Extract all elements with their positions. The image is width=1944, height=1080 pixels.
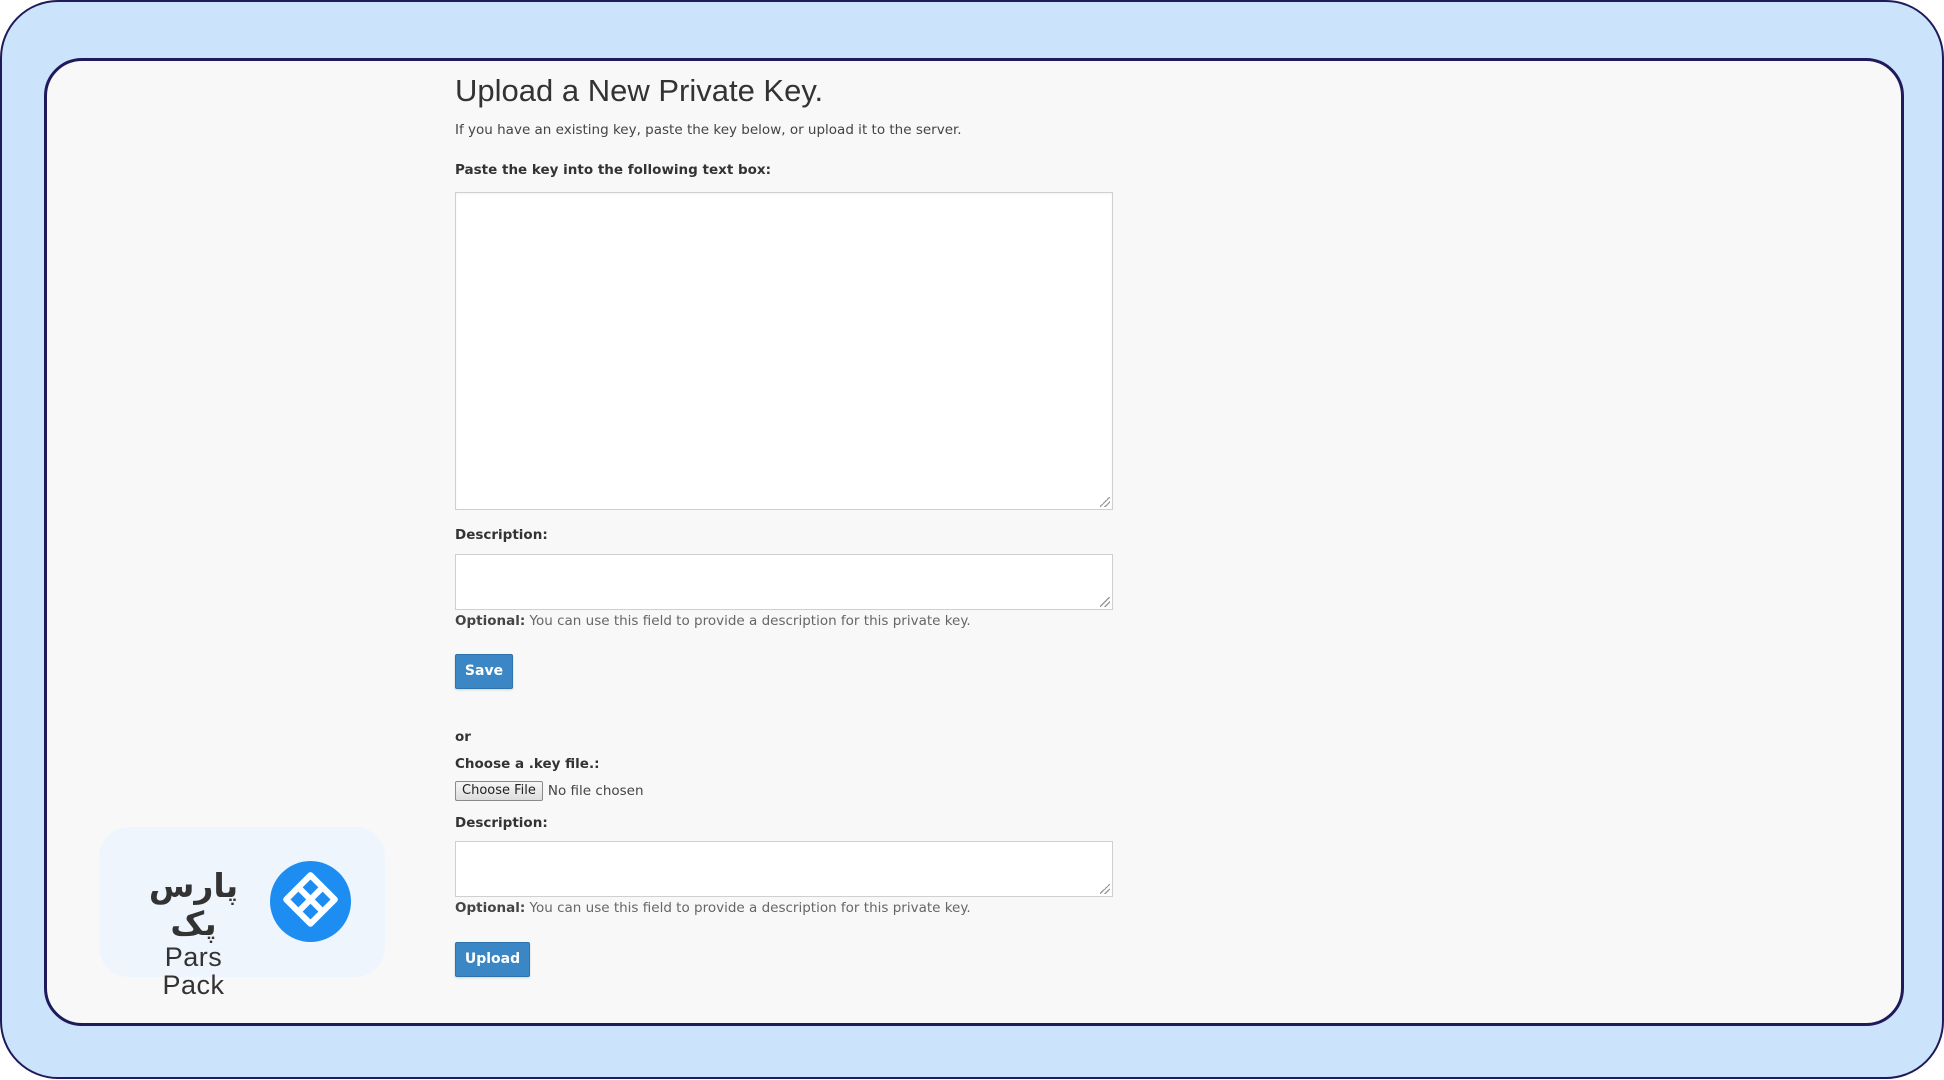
brand-name-en: Pars Pack <box>162 942 225 1000</box>
save-button[interactable]: Save <box>455 654 513 689</box>
help-text: You can use this field to provide a desc… <box>525 613 971 629</box>
page-title: Upload a New Private Key. <box>455 73 824 108</box>
file-status: No file chosen <box>547 783 644 799</box>
resize-grip-icon[interactable] <box>1100 597 1110 607</box>
private-key-textarea[interactable] <box>455 192 1113 510</box>
resize-grip-icon[interactable] <box>1100 497 1110 507</box>
paste-description-help: Optional: You can use this field to prov… <box>455 613 971 629</box>
choose-file-button[interactable]: Choose File <box>455 781 543 801</box>
key-file-label: Choose a .key file.: <box>455 756 600 772</box>
upload-description-label: Description: <box>455 815 548 831</box>
upload-description-field[interactable] <box>455 841 1113 897</box>
brand-watermark: پارس پک Pars Pack <box>99 827 385 999</box>
optional-label: Optional: <box>455 900 526 916</box>
diamond-logo-icon <box>270 861 351 942</box>
resize-grip-icon[interactable] <box>1100 884 1110 894</box>
upload-button[interactable]: Upload <box>455 942 530 977</box>
paste-description-field[interactable] <box>455 554 1113 610</box>
upload-description-help: Optional: You can use this field to prov… <box>455 900 971 916</box>
page-subtitle: If you have an existing key, paste the k… <box>455 122 962 138</box>
help-text: You can use this field to provide a desc… <box>525 900 971 916</box>
brand-wordmark: پارس پک Pars Pack <box>131 866 256 1000</box>
paste-key-label: Paste the key into the following text bo… <box>455 162 772 178</box>
paste-description-label: Description: <box>455 527 548 543</box>
file-picker: Choose File No file chosen <box>455 781 644 801</box>
brand-name-fa: پارس پک <box>148 866 239 943</box>
or-separator: or <box>455 729 471 745</box>
screenshot-panel: Upload a New Private Key. If you have an… <box>44 58 1904 1026</box>
optional-label: Optional: <box>455 613 526 629</box>
